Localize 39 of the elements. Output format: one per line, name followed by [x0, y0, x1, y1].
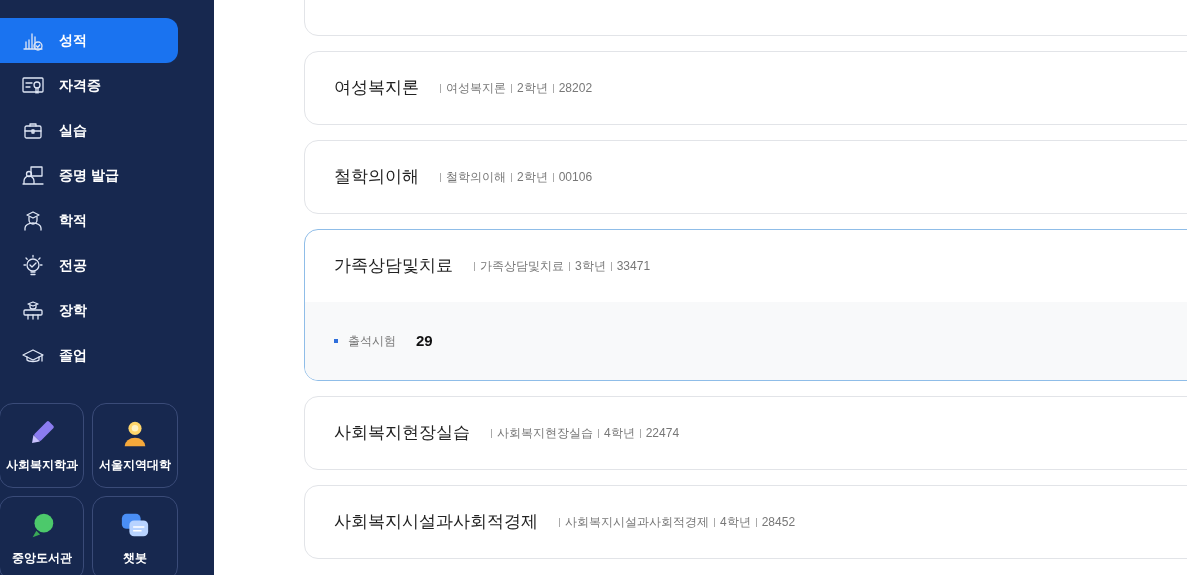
course-meta: 2학년	[517, 80, 548, 97]
course-card[interactable]: 철학의이해 철학의이해 2학년 00106	[304, 140, 1187, 214]
course-title: 사회복지시설과사회적경제	[334, 511, 538, 534]
sidebar-item[interactable]: 성적	[0, 18, 178, 63]
course-title: 여성복지론	[334, 77, 419, 100]
course-meta: 사회복지현장실습	[497, 425, 593, 442]
course-meta: 가족상담및치료	[480, 258, 564, 275]
lightbulb-icon	[21, 253, 45, 278]
course-meta: 33471	[616, 258, 651, 275]
sidebar-item[interactable]: 자격증	[0, 63, 178, 108]
course-meta: 00106	[558, 169, 593, 186]
shortcut-tile[interactable]: 서울지역대학	[92, 403, 178, 488]
sidebar-item[interactable]: 실습	[0, 108, 178, 153]
course-meta: 여성복지론	[446, 80, 506, 97]
course-meta: 철학의이해	[446, 169, 506, 186]
course-meta: 22474	[645, 425, 680, 442]
course-meta: 28202	[558, 80, 593, 97]
course-title: 사회복지현장실습	[334, 422, 470, 445]
course-meta: 4학년	[604, 425, 635, 442]
course-card[interactable]: 여성복지론 여성복지론 2학년 28202	[304, 51, 1187, 125]
course-card[interactable]: 사회복지시설과사회적경제 사회복지시설과사회적경제 4학년 28452	[304, 485, 1187, 559]
sidebar-item[interactable]: 전공	[0, 243, 178, 288]
course-card[interactable]: 가족상담및치료 가족상담및치료 3학년 33471 출석시험 29	[304, 229, 1187, 381]
sidebar-item[interactable]: 학적	[0, 198, 178, 243]
course-meta: 사회복지시설과사회적경제	[565, 514, 709, 531]
sidebar-item[interactable]: 장학	[0, 288, 178, 333]
sidebar-item[interactable]: 증명 발급	[0, 153, 178, 198]
sidebar-item[interactable]: 졸업	[0, 333, 178, 378]
detail-label: 출석시험	[348, 333, 396, 350]
presenter-icon	[21, 163, 45, 188]
course-card[interactable]: 사회복지현장실습 사회복지현장실습 4학년 22474	[304, 396, 1187, 470]
course-meta: 4학년	[720, 514, 751, 531]
detail-value: 29	[416, 330, 433, 351]
course-meta: 2학년	[517, 169, 548, 186]
course-meta: 3학년	[575, 258, 606, 275]
course-title: 철학의이해	[334, 166, 419, 189]
bullet-icon	[334, 339, 338, 343]
course-title: 가족상담및치료	[334, 255, 453, 278]
course-meta: 28452	[761, 514, 796, 531]
